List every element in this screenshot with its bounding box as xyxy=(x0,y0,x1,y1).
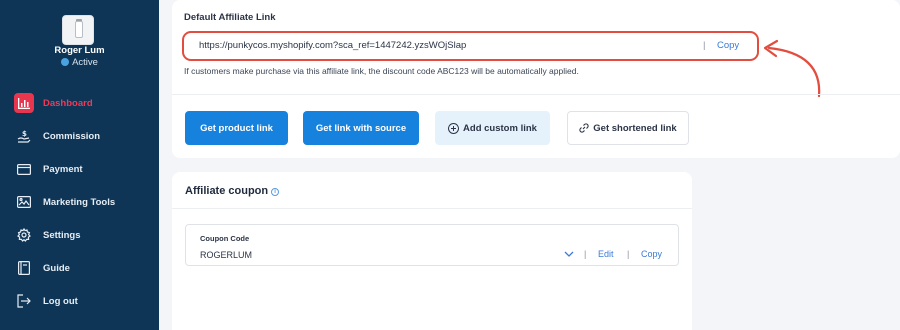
divider xyxy=(172,94,900,95)
copy-link-button[interactable]: Copy xyxy=(717,40,739,51)
sidebar-item-payment[interactable]: Payment xyxy=(14,158,154,180)
button-label: Get product link xyxy=(200,122,273,134)
sidebar-item-label: Payment xyxy=(43,163,83,175)
sidebar: Roger Lum Active Dashboard $ Commission … xyxy=(0,0,159,330)
sidebar-item-label: Settings xyxy=(43,229,81,241)
copy-coupon-button[interactable]: Copy xyxy=(641,249,662,259)
info-icon[interactable]: i xyxy=(271,188,280,196)
user-status: Active xyxy=(0,57,159,68)
default-affiliate-link-label: Default Affiliate Link xyxy=(184,12,276,23)
link-icon xyxy=(579,123,589,133)
button-label: Get link with source xyxy=(315,122,407,134)
sidebar-item-guide[interactable]: Guide xyxy=(14,257,154,279)
sidebar-item-label: Log out xyxy=(43,295,78,307)
affiliate-coupon-title: Affiliate coupon i xyxy=(185,185,280,197)
logout-icon xyxy=(14,291,34,311)
status-dot xyxy=(61,58,70,66)
sidebar-item-label: Dashboard xyxy=(43,97,93,109)
separator: | xyxy=(627,249,630,259)
affiliate-link-note: If customers make purchase via this affi… xyxy=(184,66,579,76)
sidebar-item-label: Commission xyxy=(43,130,101,142)
get-shortened-link-button[interactable]: Get shortened link xyxy=(567,111,689,145)
gear-icon xyxy=(14,225,34,245)
annotation-arrow xyxy=(763,39,821,98)
sidebar-item-label: Guide xyxy=(43,262,70,274)
coupon-code-field[interactable]: Coupon Code ROGERLUM | Edit | Copy xyxy=(185,224,679,266)
divider xyxy=(172,208,692,209)
edit-coupon-button[interactable]: Edit xyxy=(598,249,614,259)
avatar[interactable] xyxy=(62,15,94,45)
sidebar-item-commission[interactable]: $ Commission xyxy=(14,125,154,147)
avatar-bottle xyxy=(75,21,83,38)
sidebar-item-label: Marketing Tools xyxy=(43,196,116,208)
get-link-with-source-button[interactable]: Get link with source xyxy=(303,111,419,145)
user-status-text: Active xyxy=(72,57,98,68)
book-icon xyxy=(14,258,34,278)
image-icon xyxy=(14,192,34,212)
add-custom-link-button[interactable]: Add custom link xyxy=(435,111,550,145)
button-label: Add custom link xyxy=(463,122,537,134)
coupon-code-label: Coupon Code xyxy=(200,234,250,243)
plus-circle-icon xyxy=(448,122,460,134)
coupon-code-value: ROGERLUM xyxy=(200,250,253,260)
button-label: Get shortened link xyxy=(593,122,677,134)
card-icon xyxy=(14,159,34,179)
sidebar-item-dashboard[interactable]: Dashboard xyxy=(14,92,154,114)
svg-text:$: $ xyxy=(22,130,27,138)
bar-chart-icon xyxy=(14,93,34,113)
get-product-link-button[interactable]: Get product link xyxy=(185,111,288,145)
chevron-down-icon[interactable] xyxy=(564,249,574,259)
affiliate-link-field[interactable]: https://punkycos.myshopify.com?sca_ref=1… xyxy=(182,31,759,61)
coupon-title-text: Affiliate coupon xyxy=(185,185,269,197)
affiliate-link-url: https://punkycos.myshopify.com?sca_ref=1… xyxy=(199,40,467,51)
separator: | xyxy=(584,249,587,259)
separator: | xyxy=(703,40,706,51)
user-name: Roger Lum xyxy=(54,45,105,56)
sidebar-item-logout[interactable]: Log out xyxy=(14,290,154,312)
sidebar-item-settings[interactable]: Settings xyxy=(14,224,154,246)
sidebar-item-marketing-tools[interactable]: Marketing Tools xyxy=(14,191,154,213)
commission-icon: $ xyxy=(14,126,34,146)
